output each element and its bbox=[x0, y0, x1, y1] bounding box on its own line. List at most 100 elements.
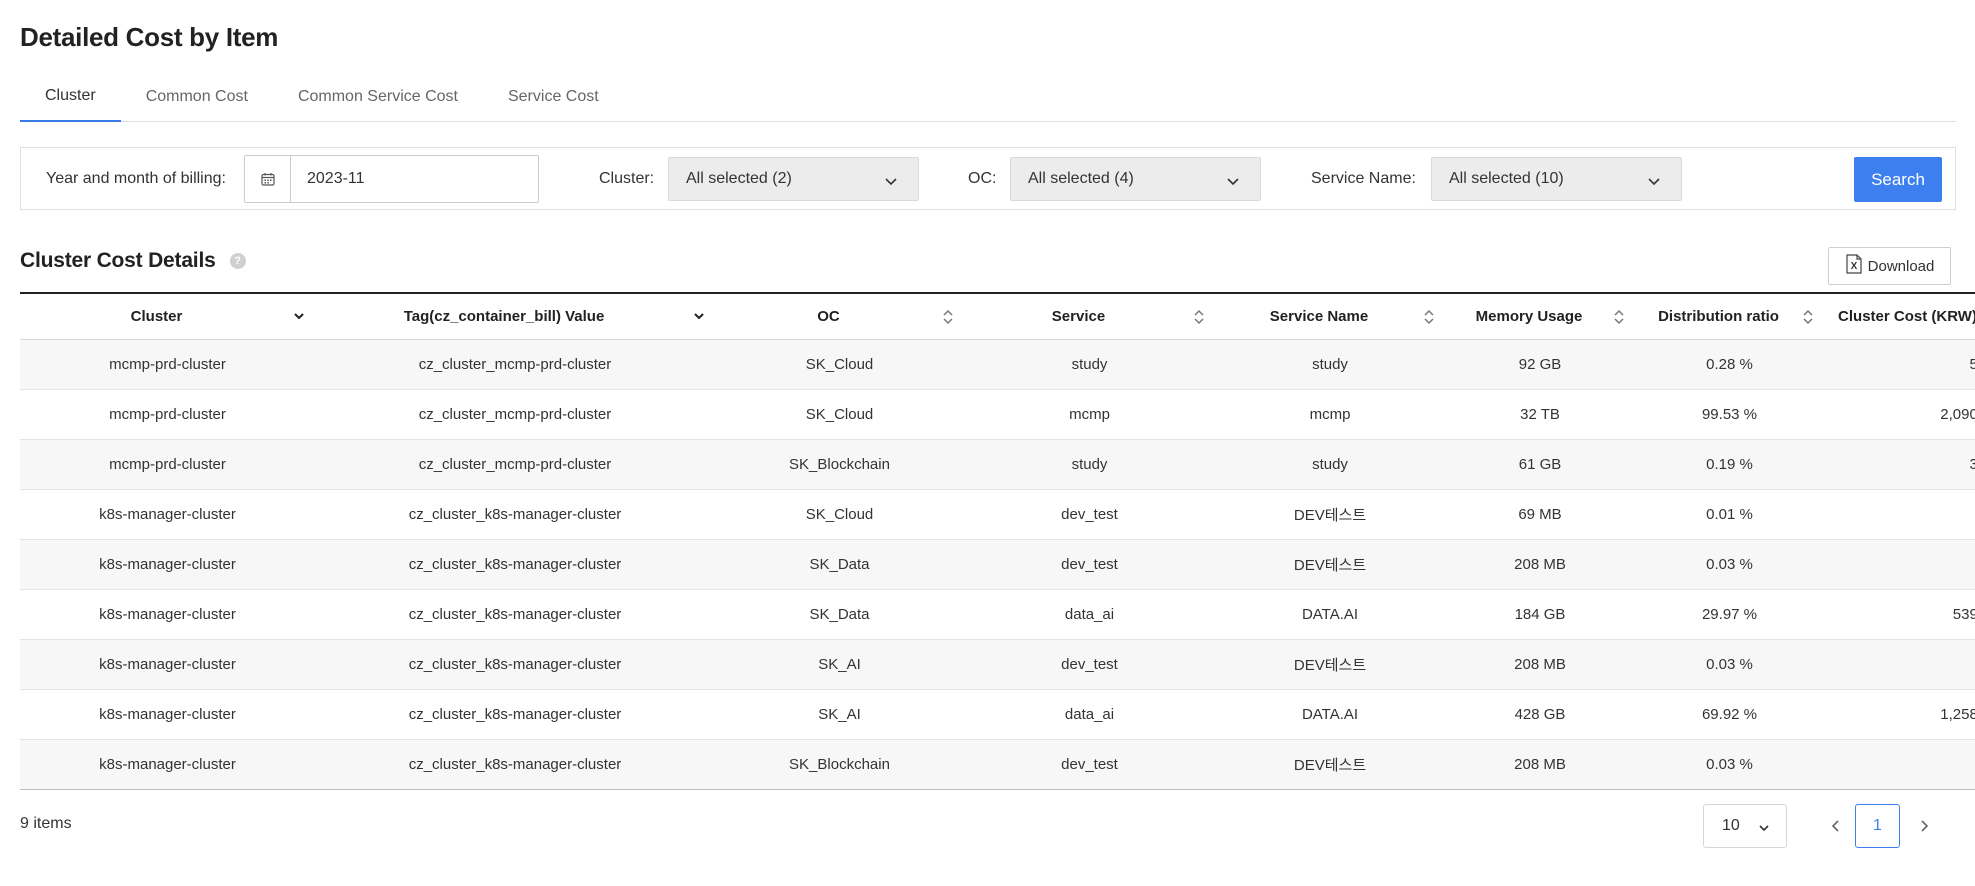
table-row[interactable]: k8s-manager-cluster cz_cluster_k8s-manage… bbox=[20, 589, 1975, 639]
column-header-service[interactable]: Service bbox=[964, 293, 1215, 339]
oc-cell: SK_Data bbox=[809, 555, 870, 573]
cluster-cost-cell: 3,920 bbox=[1824, 439, 1975, 489]
cluster-select[interactable]: All selected (2) bbox=[668, 157, 919, 201]
tab-service-cost[interactable]: Service Cost bbox=[483, 80, 624, 122]
tab-common-service-cost[interactable]: Common Service Cost bbox=[273, 80, 483, 122]
chevron-down-icon[interactable] bbox=[293, 309, 305, 327]
items-count: 9 items bbox=[20, 815, 72, 832]
cluster-cost-cell: 5,879 bbox=[1824, 339, 1975, 389]
table-row[interactable]: k8s-manager-cluster cz_cluster_k8s-manage… bbox=[20, 489, 1975, 539]
cluster-cell: k8s-manager-cluster bbox=[99, 505, 236, 523]
cluster-select-value: All selected (2) bbox=[686, 170, 792, 187]
service-cell: mcmp bbox=[1069, 405, 1110, 423]
sort-icon[interactable] bbox=[1802, 309, 1814, 329]
chevron-down-icon bbox=[1647, 174, 1661, 192]
table-row[interactable]: k8s-manager-cluster cz_cluster_k8s-manage… bbox=[20, 739, 1975, 789]
distribution-ratio-cell: 69.92 % bbox=[1701, 705, 1758, 723]
tab-bar: Cluster Common Cost Common Service Cost … bbox=[20, 80, 1956, 122]
table-row[interactable]: k8s-manager-cluster cz_cluster_k8s-manage… bbox=[20, 689, 1975, 739]
oc-select-value: All selected (4) bbox=[1028, 170, 1134, 187]
memory-usage-cell: 69 MB bbox=[1518, 505, 1562, 523]
help-icon[interactable]: ? bbox=[229, 253, 246, 269]
tab-cluster[interactable]: Cluster bbox=[20, 80, 121, 122]
sort-icon[interactable] bbox=[942, 309, 954, 329]
tag-value-cell: cz_cluster_k8s-manager-cluster bbox=[408, 755, 622, 773]
prev-page-icon[interactable] bbox=[1822, 812, 1850, 840]
distribution-ratio-cell: 99.53 % bbox=[1701, 405, 1758, 423]
tag-value-cell: cz_cluster_k8s-manager-cluster bbox=[408, 605, 622, 623]
column-header-cluster-cost[interactable]: Cluster Cost (KRW) bbox=[1824, 293, 1975, 339]
oc-cell: SK_AI bbox=[818, 705, 861, 723]
download-button[interactable]: X Download bbox=[1828, 247, 1951, 285]
tab-common-cost[interactable]: Common Cost bbox=[121, 80, 273, 122]
page-button-current[interactable]: 1 bbox=[1855, 804, 1900, 848]
cluster-cost-cell: 1,258,606 bbox=[1940, 705, 1975, 723]
chevron-down-icon bbox=[1226, 174, 1240, 192]
chevron-down-icon bbox=[884, 174, 898, 192]
table-row[interactable]: mcmp-prd-cluster cz_cluster_mcmp-prd-clus… bbox=[20, 439, 1975, 489]
oc-select[interactable]: All selected (4) bbox=[1010, 157, 1261, 201]
calendar-icon[interactable] bbox=[245, 156, 291, 202]
tag-value-cell: cz_cluster_k8s-manager-cluster bbox=[408, 505, 622, 523]
tag-value-cell: cz_cluster_mcmp-prd-cluster bbox=[418, 455, 612, 473]
tag-value-cell: cz_cluster_mcmp-prd-cluster bbox=[418, 355, 612, 373]
sort-icon[interactable] bbox=[1193, 309, 1205, 329]
distribution-ratio-cell: 0.28 % bbox=[1706, 355, 1753, 373]
sort-icon[interactable] bbox=[1613, 309, 1625, 329]
memory-usage-cell: 208 MB bbox=[1514, 555, 1566, 573]
table-row[interactable]: mcmp-prd-cluster cz_cluster_mcmp-prd-clus… bbox=[20, 389, 1975, 439]
billing-month-input[interactable] bbox=[291, 156, 538, 202]
oc-cell: SK_AI bbox=[818, 655, 861, 673]
cluster-cell: mcmp-prd-cluster bbox=[109, 355, 226, 373]
oc-cell: SK_Blockchain bbox=[789, 455, 890, 473]
svg-text:X: X bbox=[1850, 261, 1857, 272]
page-size-value: 10 bbox=[1722, 817, 1740, 834]
column-header-tag-value[interactable]: Tag(cz_container_bill) Value bbox=[315, 293, 715, 339]
distribution-ratio-cell: 0.19 % bbox=[1706, 455, 1753, 473]
service-name-cell: mcmp bbox=[1309, 405, 1351, 423]
oc-filter-label: OC: bbox=[968, 169, 997, 187]
column-header-service-name[interactable]: Service Name bbox=[1215, 293, 1445, 339]
memory-usage-cell: 208 MB bbox=[1514, 655, 1566, 673]
column-header-memory-usage[interactable]: Memory Usage bbox=[1445, 293, 1635, 339]
search-button[interactable]: Search bbox=[1854, 157, 1942, 202]
service-name-cell: study bbox=[1312, 355, 1348, 373]
cluster-cost-cell: 2,090,201 bbox=[1940, 405, 1975, 423]
distribution-ratio-cell: 0.03 % bbox=[1706, 655, 1753, 673]
distribution-ratio-cell: 0.03 % bbox=[1706, 555, 1753, 573]
cluster-cell: k8s-manager-cluster bbox=[99, 705, 236, 723]
billing-month-picker[interactable] bbox=[244, 155, 539, 203]
memory-usage-cell: 184 GB bbox=[1514, 605, 1566, 623]
tag-value-cell: cz_cluster_k8s-manager-cluster bbox=[408, 555, 622, 573]
column-header-oc[interactable]: OC bbox=[715, 293, 964, 339]
next-page-icon[interactable] bbox=[1910, 812, 1938, 840]
cluster-cost-cell: 597 bbox=[1824, 739, 1975, 789]
page-title: Detailed Cost by Item bbox=[20, 22, 279, 52]
service-name-select[interactable]: All selected (10) bbox=[1431, 157, 1682, 201]
column-header-distribution-ratio[interactable]: Distribution ratio bbox=[1635, 293, 1824, 339]
oc-cell: SK_Data bbox=[809, 605, 870, 623]
oc-cell: SK_Cloud bbox=[805, 405, 874, 423]
service-name-cell: DATA.AI bbox=[1301, 705, 1359, 723]
table-row[interactable]: k8s-manager-cluster cz_cluster_k8s-manage… bbox=[20, 539, 1975, 589]
sort-icon[interactable] bbox=[1423, 309, 1435, 329]
column-header-cluster[interactable]: Cluster bbox=[20, 293, 315, 339]
download-label: Download bbox=[1867, 257, 1935, 275]
service-name-cell: DEV테스트 bbox=[1293, 756, 1367, 774]
service-cell: dev_test bbox=[1061, 655, 1118, 673]
billing-month-label: Year and month of billing: bbox=[46, 169, 226, 187]
cluster-cell: k8s-manager-cluster bbox=[99, 655, 236, 673]
distribution-ratio-cell: 0.01 % bbox=[1706, 505, 1753, 523]
table-row[interactable]: mcmp-prd-cluster cz_cluster_mcmp-prd-clus… bbox=[20, 339, 1975, 389]
table-row[interactable]: k8s-manager-cluster cz_cluster_k8s-manage… bbox=[20, 639, 1975, 689]
service-cell: study bbox=[1071, 355, 1108, 373]
cluster-cost-cell: 539,403 bbox=[1952, 605, 1975, 623]
chevron-down-icon[interactable] bbox=[693, 309, 705, 327]
distribution-ratio-cell: 29.97 % bbox=[1701, 605, 1758, 623]
chevron-down-icon bbox=[1758, 821, 1770, 839]
cluster-filter-label: Cluster: bbox=[599, 169, 655, 187]
service-cell: dev_test bbox=[1061, 755, 1118, 773]
page-size-select[interactable]: 10 bbox=[1703, 804, 1787, 848]
cluster-cell: mcmp-prd-cluster bbox=[109, 455, 226, 473]
cluster-cost-cell: 597 bbox=[1824, 639, 1975, 689]
